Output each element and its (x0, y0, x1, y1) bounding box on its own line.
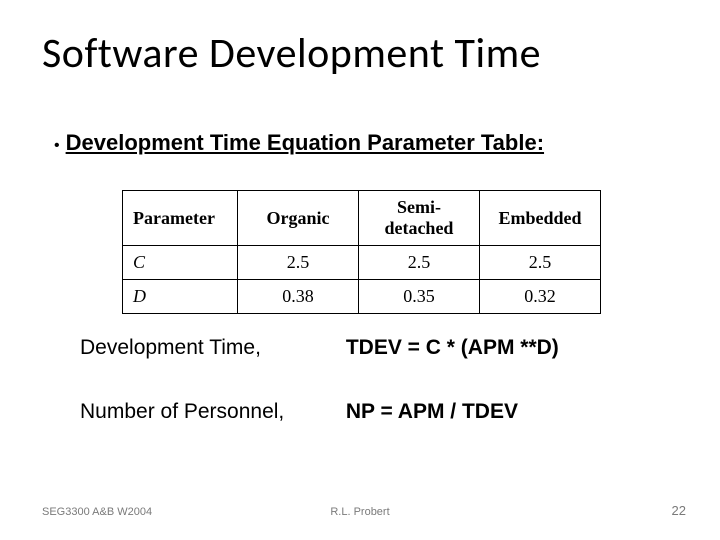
equation-rhs: NP = APM / TDEV (346, 400, 518, 423)
equation-lhs: Number of Personnel, (80, 400, 340, 424)
row-label-c: C (123, 246, 238, 280)
table-header-row: Parameter Organic Semi-detached Embedded (123, 191, 601, 246)
header-organic: Organic (237, 191, 358, 246)
cell-d-embedded: 0.32 (479, 280, 600, 314)
cell-d-semidetached: 0.35 (358, 280, 479, 314)
slide: Software Development Time • Development T… (0, 0, 720, 540)
slide-title: Software Development Time (42, 28, 541, 79)
table-row: C 2.5 2.5 2.5 (123, 246, 601, 280)
cell-c-semidetached: 2.5 (358, 246, 479, 280)
row-label-d: D (123, 280, 238, 314)
equation-np: Number of Personnel, NP = APM / TDEV (80, 400, 518, 424)
cell-c-embedded: 2.5 (479, 246, 600, 280)
footer-center: R.L. Probert (0, 506, 720, 518)
header-embedded: Embedded (479, 191, 600, 246)
table-row: D 0.38 0.35 0.32 (123, 280, 601, 314)
header-semidetached: Semi-detached (358, 191, 479, 246)
bullet-dot: • (54, 137, 60, 155)
equation-tdev: Development Time, TDEV = C * (APM **D) (80, 336, 559, 360)
equation-rhs: TDEV = C * (APM **D) (346, 336, 559, 359)
cell-d-organic: 0.38 (237, 280, 358, 314)
parameter-table: Parameter Organic Semi-detached Embedded… (122, 190, 601, 314)
bullet-line: • Development Time Equation Parameter Tab… (54, 130, 544, 156)
footer-right: 22 (672, 503, 686, 518)
equation-lhs: Development Time, (80, 336, 340, 360)
bullet-text: Development Time Equation Parameter Tabl… (66, 130, 544, 155)
header-parameter: Parameter (123, 191, 238, 246)
cell-c-organic: 2.5 (237, 246, 358, 280)
